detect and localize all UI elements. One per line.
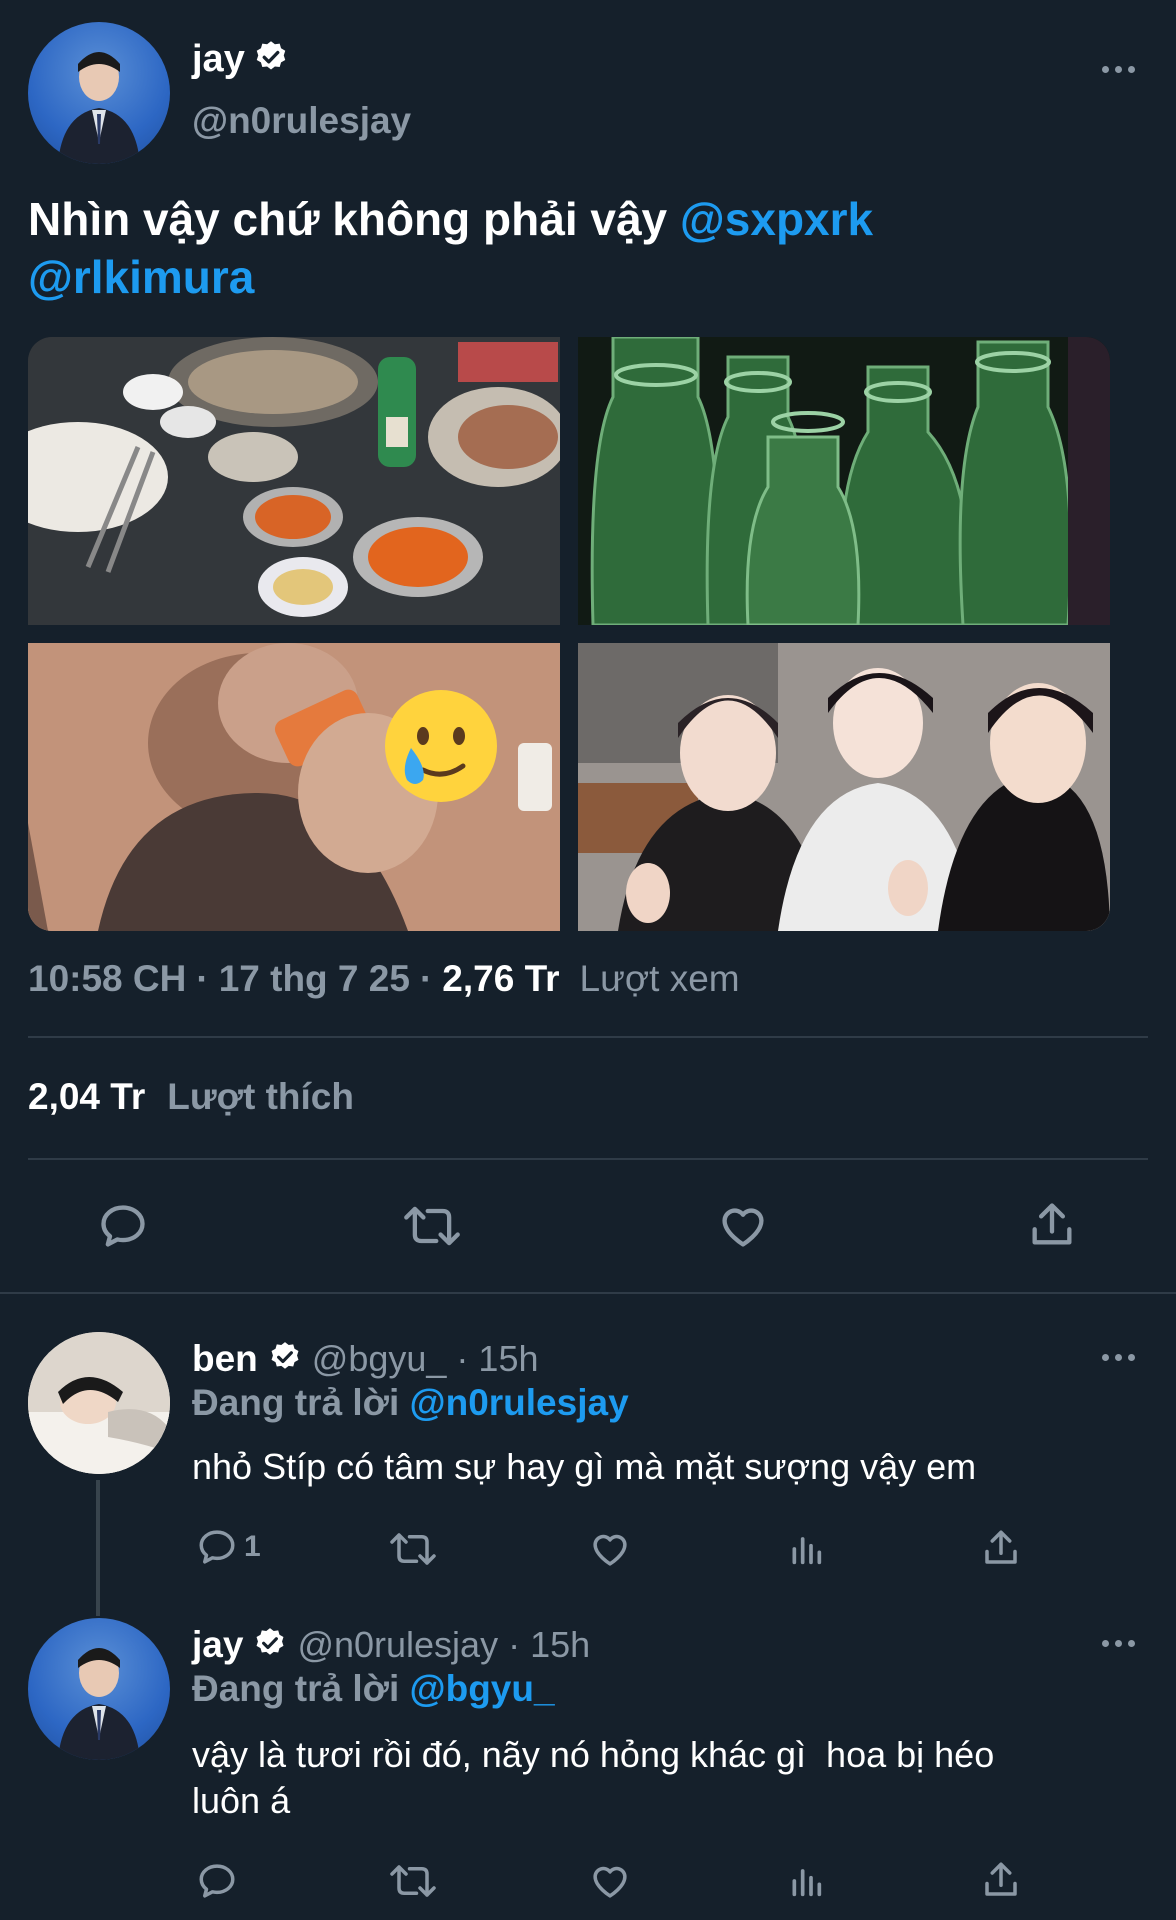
photo-group-selfie[interactable]: [578, 643, 1110, 931]
photo-food-table[interactable]: [28, 337, 560, 625]
divider: [28, 1036, 1148, 1038]
reply-text-line: luôn á: [192, 1780, 291, 1821]
reply-author-name[interactable]: jay: [192, 1624, 243, 1666]
likes-count: 2,04 Tr: [28, 1076, 146, 1117]
like-icon[interactable]: [588, 1528, 632, 1570]
reply-avatar[interactable]: [28, 1332, 170, 1474]
replying-label: Đang trả lời: [192, 1668, 400, 1709]
replying-label: Đang trả lời: [192, 1382, 400, 1423]
reply-text: nhỏ Stíp có tâm sự hay gì mà mặt sượng v…: [192, 1446, 977, 1487]
reply-icon[interactable]: [97, 1200, 149, 1252]
share-icon[interactable]: [980, 1526, 1022, 1570]
more-icon[interactable]: [1102, 66, 1135, 73]
divider: [28, 1158, 1148, 1160]
verified-badge-icon: [268, 1340, 302, 1379]
retweet-icon[interactable]: [388, 1528, 438, 1570]
like-icon[interactable]: [588, 1860, 632, 1902]
reply-icon[interactable]: [196, 1860, 238, 1902]
crying-face-emoji: [383, 688, 499, 809]
like-icon[interactable]: [716, 1200, 770, 1252]
views-icon[interactable]: [786, 1528, 826, 1570]
likes-stat[interactable]: 2,04 Tr Lượt thích: [28, 1076, 354, 1118]
retweet-icon[interactable]: [388, 1860, 438, 1902]
reply-author-name[interactable]: ben: [192, 1338, 258, 1380]
reply-text: vậy là tươi rồi đó, nãy nó hỏng khác gì …: [192, 1732, 994, 1824]
likes-label: Lượt thích: [167, 1076, 354, 1117]
reply-icon: [196, 1526, 238, 1568]
verified-badge-icon: [253, 1626, 287, 1665]
author-name[interactable]: jay: [192, 38, 245, 81]
reply-button[interactable]: 1: [196, 1526, 261, 1568]
mention-link[interactable]: @sxpxrk: [680, 193, 873, 245]
reply-time[interactable]: 15h: [478, 1338, 538, 1380]
retweet-icon[interactable]: [402, 1200, 462, 1252]
mention-link[interactable]: @rlkimura: [28, 251, 254, 303]
divider: [0, 1292, 1176, 1294]
reply-author-handle[interactable]: @n0rulesjay: [297, 1624, 498, 1666]
photo-soju-bottles[interactable]: [578, 337, 1110, 625]
replying-to-link[interactable]: @n0rulesjay: [410, 1382, 629, 1423]
share-icon[interactable]: [1026, 1198, 1078, 1252]
reply-time[interactable]: 15h: [530, 1624, 590, 1666]
tweet-time[interactable]: 10:58 CH: [28, 958, 186, 1000]
tweet-meta: 10:58 CH · 17 thg 7 25 · 2,76 Tr Lượt xe…: [28, 958, 740, 1000]
tweet-text: Nhìn vậy chứ không phải vậy @sxpxrk @rlk…: [28, 190, 1138, 306]
reply-count: 1: [244, 1530, 261, 1563]
verified-badge-icon: [253, 39, 289, 80]
more-icon[interactable]: [1102, 1354, 1135, 1361]
more-icon[interactable]: [1102, 1640, 1135, 1647]
tweet-date[interactable]: 17 thg 7 25: [219, 958, 410, 1000]
reply-thread-line: [96, 1480, 100, 1616]
photo-drinking-selfie[interactable]: [28, 643, 560, 931]
author-handle[interactable]: @n0rulesjay: [192, 100, 411, 142]
replying-to-link[interactable]: @bgyu_: [410, 1668, 555, 1709]
author-avatar[interactable]: [28, 22, 170, 164]
tweet-body: Nhìn vậy chứ không phải vậy: [28, 193, 668, 245]
reply-avatar[interactable]: [28, 1618, 170, 1760]
views-icon[interactable]: [786, 1860, 826, 1902]
views-label: Lượt xem: [579, 958, 740, 999]
views-count: 2,76 Tr: [442, 958, 560, 999]
share-icon[interactable]: [980, 1858, 1022, 1902]
reply-text-line: vậy là tươi rồi đó, nãy nó hỏng khác gì …: [192, 1734, 995, 1775]
reply-author-handle[interactable]: @bgyu_: [312, 1338, 447, 1380]
